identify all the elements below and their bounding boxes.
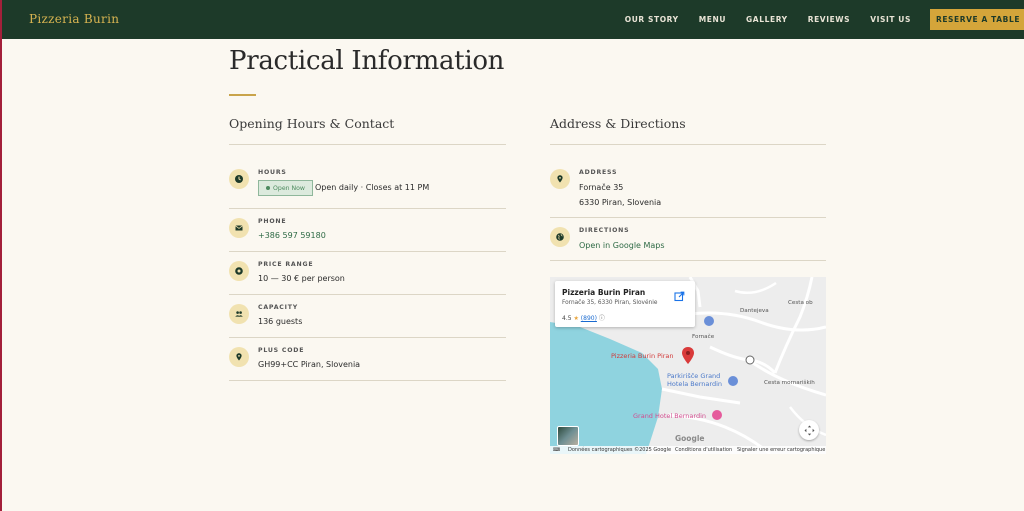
plus-code-value: GH99+CC Piran, Slovenia bbox=[258, 360, 361, 369]
map-hotel-label: Grand Hotel Bernardin bbox=[633, 412, 707, 420]
info-icon[interactable]: ⓘ bbox=[599, 315, 605, 322]
rating-value: 4.5 bbox=[562, 315, 572, 322]
location-pin-icon bbox=[550, 169, 570, 189]
location-pin-icon bbox=[229, 347, 249, 367]
phone-link[interactable]: +386 597 59180 bbox=[258, 231, 326, 240]
directions-label: DIRECTIONS bbox=[579, 227, 630, 234]
map-data-credit: Données cartographiques ©2025 Google bbox=[568, 447, 672, 453]
status-dot-icon bbox=[266, 186, 271, 190]
fullscreen-button[interactable] bbox=[799, 420, 819, 440]
map-parking-label: Parkirišče Grand Hotela Bernardin bbox=[667, 372, 722, 388]
divider bbox=[229, 251, 506, 252]
people-icon bbox=[229, 304, 249, 324]
price-range-value: 10 — 30 € per person bbox=[258, 274, 345, 283]
star-icon: ★ bbox=[573, 315, 579, 322]
nav-links: OUR STORY MENU GALLERY REVIEWS VISIT US bbox=[625, 15, 911, 24]
map-street-label-2: Cesta ob bbox=[788, 300, 813, 306]
brand-logo[interactable]: Pizzeria Burin bbox=[29, 12, 119, 26]
nav-link-our-story[interactable]: OUR STORY bbox=[625, 15, 679, 24]
review-count-link[interactable]: (890) bbox=[581, 315, 597, 322]
divider bbox=[550, 217, 826, 218]
divider bbox=[229, 294, 506, 295]
nav-link-gallery[interactable]: GALLERY bbox=[746, 15, 788, 24]
title-divider bbox=[229, 94, 256, 96]
open-now-text: Open Now bbox=[273, 184, 305, 192]
globe-icon bbox=[550, 227, 570, 247]
map-place-title: Pizzeria Burin Piran bbox=[562, 288, 646, 297]
nav-link-visit-us[interactable]: VISIT US bbox=[870, 15, 911, 24]
phone-label: PHONE bbox=[258, 218, 287, 225]
open-external-icon[interactable] bbox=[674, 291, 685, 302]
divider bbox=[229, 144, 506, 145]
map-place-card: Pizzeria Burin Piran Fornače 35, 6330 Pi… bbox=[555, 281, 695, 327]
map-place-address: Fornače 35, 6330 Piran, Slovénie bbox=[562, 300, 658, 306]
capacity-value: 136 guests bbox=[258, 317, 303, 326]
map-footer: ⌨ Données cartographiques ©2025 Google C… bbox=[550, 446, 826, 454]
divider bbox=[229, 208, 506, 209]
plus-code-label: PLUS CODE bbox=[258, 347, 305, 354]
satellite-toggle[interactable] bbox=[557, 426, 579, 446]
price-range-label: PRICE RANGE bbox=[258, 261, 314, 268]
capacity-label: CAPACITY bbox=[258, 304, 299, 311]
map-street-label-1: Cesta mornariških bbox=[764, 380, 815, 386]
map-place-rating: 4.5 ★ (890) ⓘ bbox=[562, 313, 605, 322]
nav-link-reviews[interactable]: REVIEWS bbox=[808, 15, 851, 24]
contact-section-title: Opening Hours & Contact bbox=[229, 116, 395, 131]
divider bbox=[550, 144, 826, 145]
top-navbar: Pizzeria Burin OUR STORY MENU GALLERY RE… bbox=[2, 0, 1024, 39]
email-icon bbox=[229, 218, 249, 238]
open-now-badge: Open Now bbox=[258, 180, 313, 196]
google-logo: Google bbox=[675, 434, 705, 443]
price-icon bbox=[229, 261, 249, 281]
divider bbox=[229, 337, 506, 338]
hours-label: HOURS bbox=[258, 169, 287, 176]
address-section-title: Address & Directions bbox=[550, 116, 686, 131]
clock-icon bbox=[229, 169, 249, 189]
address-line-2: 6330 Piran, Slovenia bbox=[579, 198, 662, 207]
hours-value: Open daily · Closes at 11 PM bbox=[315, 183, 430, 192]
map-street-label-3: Fornače bbox=[692, 334, 715, 340]
reserve-table-button[interactable]: RESERVE A TABLE bbox=[930, 9, 1024, 30]
map-pin-label: Pizzeria Burin Piran bbox=[611, 352, 674, 360]
map-street-label-4: Dantejeva bbox=[740, 308, 769, 314]
page-title: Practical Information bbox=[229, 46, 505, 76]
fullscreen-icon bbox=[804, 425, 814, 435]
google-maps-link[interactable]: Open in Google Maps bbox=[579, 241, 665, 250]
nav-link-menu[interactable]: MENU bbox=[699, 15, 726, 24]
address-line-1: Fornače 35 bbox=[579, 183, 624, 192]
keyboard-icon[interactable]: ⌨ bbox=[553, 447, 560, 453]
divider bbox=[550, 260, 826, 261]
divider bbox=[229, 380, 506, 381]
map-report-link[interactable]: Signaler une erreur cartographique bbox=[737, 447, 825, 453]
map-terms-link[interactable]: Conditions d'utilisation bbox=[675, 447, 732, 453]
address-label: ADDRESS bbox=[579, 169, 618, 176]
